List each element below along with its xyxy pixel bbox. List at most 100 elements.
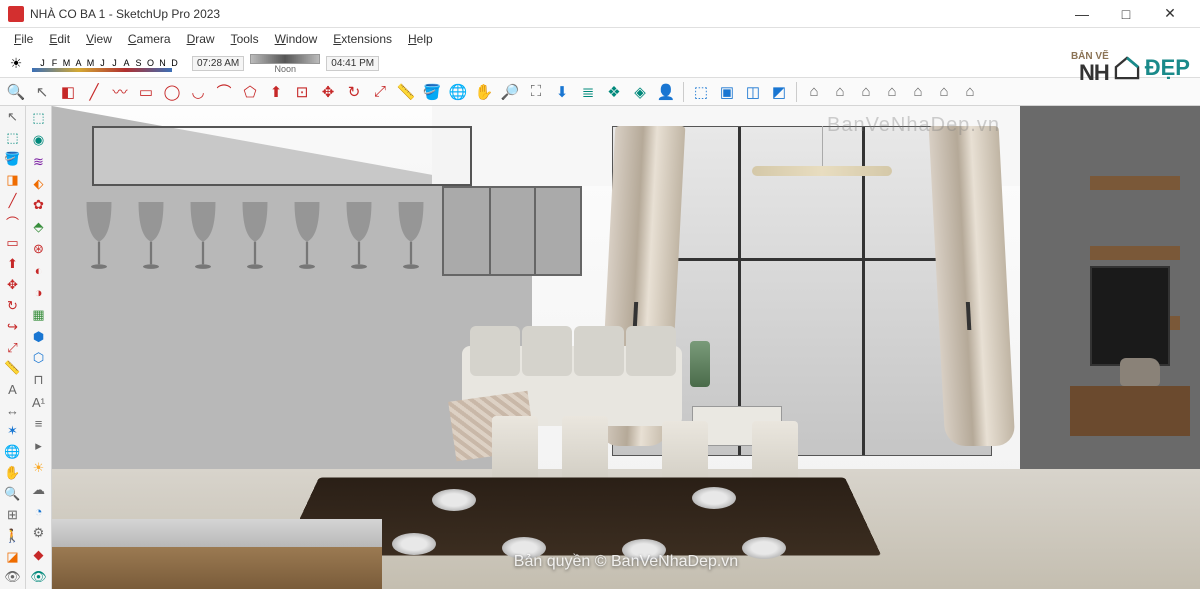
fredo3-icon[interactable]: ⬘: [28, 217, 50, 237]
outliner-icon[interactable]: ≡: [28, 414, 50, 434]
ext2-icon[interactable]: ◆: [28, 545, 50, 565]
component-icon[interactable]: ⬚: [2, 129, 24, 148]
layers3-icon[interactable]: ◈: [628, 80, 652, 104]
style6-icon[interactable]: ⌂: [932, 80, 956, 104]
tape2-icon[interactable]: 📏: [2, 359, 24, 378]
layers2-icon[interactable]: ❖: [602, 80, 626, 104]
paint-icon[interactable]: 🪣: [420, 80, 444, 104]
soften-icon[interactable]: ◔: [28, 501, 50, 521]
person-icon[interactable]: 👤: [654, 80, 678, 104]
shadow-icon[interactable]: ☀: [28, 458, 50, 478]
section-icon[interactable]: ◪: [2, 547, 24, 566]
text-icon[interactable]: A: [2, 380, 24, 399]
menu-help[interactable]: Help: [400, 30, 441, 48]
style3-icon[interactable]: ⌂: [854, 80, 878, 104]
look-icon[interactable]: 👁: [2, 568, 24, 587]
fredo2-icon[interactable]: ✿: [28, 195, 50, 215]
shadow-toggle-icon[interactable]: ☀: [6, 54, 26, 74]
shape-icon[interactable]: ▭: [2, 234, 24, 253]
style2-icon[interactable]: ⌂: [828, 80, 852, 104]
pan-icon[interactable]: ✋: [472, 80, 496, 104]
ext3-icon[interactable]: 👁: [28, 567, 50, 587]
layers-icon[interactable]: ≣: [576, 80, 600, 104]
eraser-icon[interactable]: ◧: [56, 80, 80, 104]
walk-icon[interactable]: 🚶: [2, 526, 24, 545]
rect-icon[interactable]: ▭: [134, 80, 158, 104]
arc3-icon[interactable]: ⌒: [2, 213, 24, 232]
round-icon[interactable]: ◐: [28, 261, 50, 281]
time-start[interactable]: 07:28 AM: [192, 56, 244, 71]
ext1-icon[interactable]: ⚙: [28, 523, 50, 543]
material-icon[interactable]: ◉: [28, 130, 50, 150]
axes-icon[interactable]: ✶: [2, 422, 24, 441]
orbit2-icon[interactable]: 🌐: [2, 443, 24, 462]
time-end[interactable]: 04:41 PM: [326, 56, 379, 71]
freehand-icon[interactable]: 〰: [108, 80, 132, 104]
paint-bucket-icon[interactable]: 🪣: [2, 150, 24, 169]
style1-icon[interactable]: ⌂: [802, 80, 826, 104]
solid2-icon[interactable]: ⬡: [28, 348, 50, 368]
rotate2-icon[interactable]: ↻: [2, 296, 24, 315]
scene-icon[interactable]: ▸: [28, 436, 50, 456]
profile-icon[interactable]: ⊓: [28, 370, 50, 390]
menu-tools[interactable]: Tools: [223, 30, 267, 48]
curviloft-icon[interactable]: ≋: [28, 152, 50, 172]
orbit-icon[interactable]: 🌐: [446, 80, 470, 104]
eraser2-icon[interactable]: ◨: [2, 171, 24, 190]
dim-icon[interactable]: ↔: [2, 401, 24, 420]
scale2-icon[interactable]: ⤢: [2, 338, 24, 357]
select-tool-icon[interactable]: ↖: [2, 108, 24, 127]
zoom-ext-icon[interactable]: ⛶: [524, 80, 548, 104]
style4-icon[interactable]: ⌂: [880, 80, 904, 104]
label-icon[interactable]: A¹: [28, 392, 50, 412]
move-icon[interactable]: ✥: [316, 80, 340, 104]
3d-viewport[interactable]: BanVeNhaDep.vn Bản quyền © BanVeNhaDep.v…: [52, 106, 1200, 589]
move2-icon[interactable]: ✥: [2, 275, 24, 294]
view-front-icon[interactable]: ◫: [741, 80, 765, 104]
offset-icon[interactable]: ⊡: [290, 80, 314, 104]
circle-icon[interactable]: ◯: [160, 80, 184, 104]
fredo1-icon[interactable]: ⬖: [28, 174, 50, 194]
minimize-button[interactable]: —: [1060, 0, 1104, 28]
fog-icon[interactable]: ☁: [28, 480, 50, 500]
plate: [692, 487, 736, 509]
menu-view[interactable]: View: [78, 30, 120, 48]
warehouse-icon[interactable]: ⬇: [550, 80, 574, 104]
scale-icon[interactable]: ⤢: [368, 80, 392, 104]
arc2-icon[interactable]: ⌒: [212, 80, 236, 104]
followme-icon[interactable]: ↪: [2, 317, 24, 336]
line2-icon[interactable]: ╱: [2, 192, 24, 211]
zoomwin-icon[interactable]: ⊞: [2, 505, 24, 524]
zoom-icon[interactable]: 🔎: [498, 80, 522, 104]
time-slider[interactable]: [250, 54, 320, 64]
search-icon[interactable]: 🔍: [4, 80, 28, 104]
pushpull-icon[interactable]: ⬆: [264, 80, 288, 104]
menu-draw[interactable]: Draw: [179, 30, 223, 48]
joint-icon[interactable]: ⊛: [28, 239, 50, 259]
sandbox-icon[interactable]: ▦: [28, 305, 50, 325]
make-comp-icon[interactable]: ⬚: [28, 108, 50, 128]
style5-icon[interactable]: ⌂: [906, 80, 930, 104]
polygon-icon[interactable]: ⬠: [238, 80, 262, 104]
rotate-icon[interactable]: ↻: [342, 80, 366, 104]
maximize-button[interactable]: □: [1104, 0, 1148, 28]
close-button[interactable]: ✕: [1148, 0, 1192, 28]
menu-camera[interactable]: Camera: [120, 30, 179, 48]
view-iso-icon[interactable]: ⬚: [689, 80, 713, 104]
solid1-icon[interactable]: ⬢: [28, 327, 50, 347]
view-top-icon[interactable]: ▣: [715, 80, 739, 104]
arc-icon[interactable]: ◡: [186, 80, 210, 104]
menu-edit[interactable]: Edit: [41, 30, 78, 48]
push2-icon[interactable]: ⬆: [2, 254, 24, 273]
line-icon[interactable]: ╱: [82, 80, 106, 104]
tape-icon[interactable]: 📏: [394, 80, 418, 104]
zoom2-icon[interactable]: 🔍: [2, 484, 24, 503]
view-back-icon[interactable]: ◩: [767, 80, 791, 104]
style7-icon[interactable]: ⌂: [958, 80, 982, 104]
bevel-icon[interactable]: ◑: [28, 283, 50, 303]
menu-window[interactable]: Window: [267, 30, 326, 48]
menu-extensions[interactable]: Extensions: [325, 30, 400, 48]
select-icon[interactable]: ↖: [30, 80, 54, 104]
pan2-icon[interactable]: ✋: [2, 464, 24, 483]
menu-file[interactable]: File: [6, 30, 41, 48]
